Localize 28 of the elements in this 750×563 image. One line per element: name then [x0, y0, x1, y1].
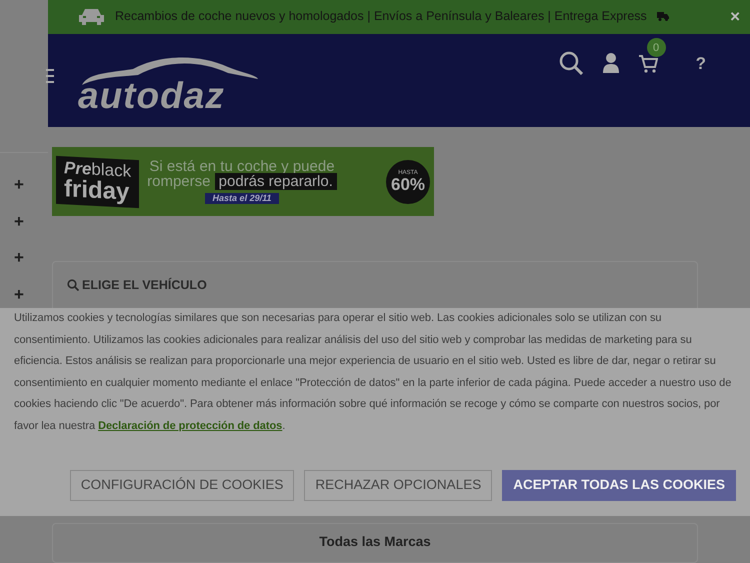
truck-icon [656, 12, 669, 22]
search-icon[interactable] [558, 51, 583, 76]
cart-icon[interactable] [638, 54, 658, 73]
menu-icon[interactable] [46, 68, 54, 83]
close-button[interactable]: × [730, 4, 740, 30]
cart-count-badge: 0 [646, 38, 666, 58]
card-title: Todas las Marcas [319, 534, 431, 549]
logo-text: autodaz [78, 76, 225, 114]
cookie-button[interactable]: RECHAZAR OPCIONALES [304, 470, 492, 501]
accept-button[interactable]: ACEPTAR TODAS LAS COOKIES [502, 470, 736, 501]
banner-text: romperse [147, 173, 210, 190]
user-icon[interactable] [602, 53, 619, 74]
expand-toggle[interactable]: + [14, 284, 26, 304]
search-icon [67, 279, 79, 292]
card-title: ELIGE EL VEHÍCULO [82, 276, 207, 294]
privacy-link[interactable]: Declaración de protección de datos [98, 420, 282, 432]
expand-toggle[interactable]: + [14, 212, 26, 232]
cookie-text: Utilizamos cookies y tecnologías similares que son necesarias para operar el sitio web. Las cookies adicionales solo se utilizan con su consentimiento. Utilizamos las cookies adicionales para realizar análisis del uso del sitio web y comprobar las medidas de marketing para su eficiencia. Estos análisis se realizan para proporcionarle una mejor experiencia de usuario en el sitio web. Usted es libre de dar, negar o retirar su consentimiento en cualquier momento mediante el enlace "Protección de datos" en la parte inferior de cada página. Puede acceder a nuestro uso de cookies haciendo clic "De acuerdo". Para obtener más información sobre qué información se recoge y cómo se comparte con nuestros socios, por favor lea nuestra Declaración de protección de datos. [14, 311, 732, 434]
brands-card[interactable]: Todas las Marcas [52, 523, 698, 563]
help-link[interactable]: ? [696, 50, 706, 76]
cookie-button[interactable]: CONFIGURACIÓN DE COOKIES [70, 470, 294, 501]
car-icon [78, 7, 105, 26]
promo-text: Recambios de coche nuevos y homologados | Envíos a Península y Baleares | Entrega Express [115, 8, 647, 26]
date-tag: Hasta el 29/11 [204, 193, 280, 204]
banner-text: podrás repararlo. [214, 173, 337, 190]
expand-toggle[interactable]: + [14, 248, 26, 268]
expand-toggle[interactable]: + [14, 175, 26, 195]
banner-text: Pre [64, 158, 92, 178]
